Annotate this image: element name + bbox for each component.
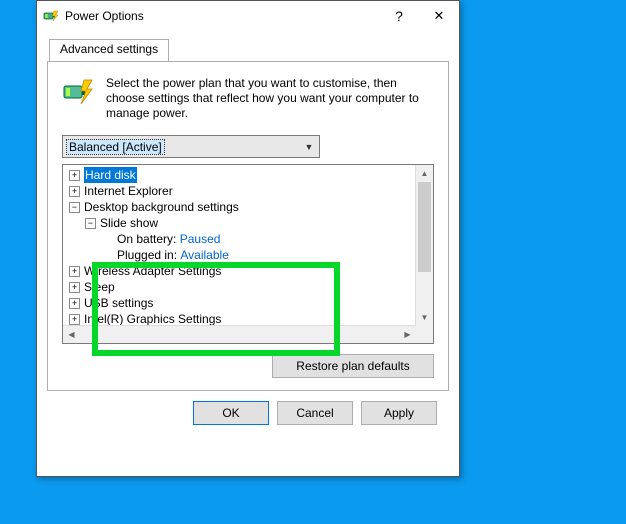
- expand-icon[interactable]: +: [69, 314, 80, 325]
- scroll-thumb[interactable]: [418, 182, 431, 272]
- ok-button[interactable]: OK: [193, 401, 269, 425]
- titlebar[interactable]: Power Options ? ✕: [37, 1, 459, 31]
- tab-panel: Select the power plan that you want to c…: [47, 61, 449, 391]
- plugged-in-value[interactable]: Available: [180, 247, 228, 263]
- tree-item-on-battery[interactable]: On battery: Paused: [69, 231, 416, 247]
- close-button[interactable]: ✕: [419, 3, 459, 29]
- scroll-corner: [416, 326, 433, 343]
- tree-item-hard-disk[interactable]: + Hard disk: [69, 167, 416, 183]
- expand-icon[interactable]: +: [69, 170, 80, 181]
- horizontal-scrollbar[interactable]: ◀ ▶: [63, 325, 416, 343]
- tab-advanced-settings[interactable]: Advanced settings: [49, 39, 169, 63]
- tree-item-desktop-background-settings[interactable]: − Desktop background settings: [69, 199, 416, 215]
- expand-icon[interactable]: +: [69, 186, 80, 197]
- expand-icon[interactable]: +: [69, 266, 80, 277]
- tree-item-usb-settings[interactable]: + USB settings: [69, 295, 416, 311]
- window-title: Power Options: [65, 9, 379, 23]
- restore-plan-defaults-button[interactable]: Restore plan defaults: [272, 354, 434, 378]
- chevron-down-icon: ▼: [301, 142, 317, 152]
- settings-tree: + Hard disk + Internet Explorer − Deskto…: [62, 164, 434, 344]
- expand-icon[interactable]: +: [69, 298, 80, 309]
- tree-item-sleep[interactable]: + Sleep: [69, 279, 416, 295]
- vertical-scrollbar[interactable]: ▲ ▼: [415, 165, 433, 326]
- tree-item-wireless-adapter[interactable]: + Wireless Adapter Settings: [69, 263, 416, 279]
- power-plan-dropdown[interactable]: Balanced [Active] ▼: [62, 135, 320, 158]
- scroll-down-icon[interactable]: ▼: [416, 309, 433, 326]
- scroll-right-icon[interactable]: ▶: [399, 326, 416, 343]
- scroll-up-icon[interactable]: ▲: [416, 165, 433, 182]
- scroll-left-icon[interactable]: ◀: [63, 326, 80, 343]
- tree-item-slide-show[interactable]: − Slide show: [69, 215, 416, 231]
- on-battery-value[interactable]: Paused: [180, 231, 221, 247]
- power-options-icon: [43, 8, 59, 24]
- battery-power-icon: [62, 76, 94, 108]
- collapse-icon[interactable]: −: [69, 202, 80, 213]
- expand-icon[interactable]: +: [69, 282, 80, 293]
- tree-item-plugged-in[interactable]: Plugged in: Available: [69, 247, 416, 263]
- power-plan-selected: Balanced [Active]: [67, 140, 164, 154]
- tree-item-internet-explorer[interactable]: + Internet Explorer: [69, 183, 416, 199]
- help-button[interactable]: ?: [379, 3, 419, 29]
- tree-item-intel-graphics[interactable]: + Intel(R) Graphics Settings: [69, 311, 416, 326]
- power-options-dialog: Power Options ? ✕ Advanced settings Sele…: [36, 0, 460, 477]
- apply-button[interactable]: Apply: [361, 401, 437, 425]
- cancel-button[interactable]: Cancel: [277, 401, 353, 425]
- intro-text: Select the power plan that you want to c…: [106, 76, 434, 121]
- collapse-icon[interactable]: −: [85, 218, 96, 229]
